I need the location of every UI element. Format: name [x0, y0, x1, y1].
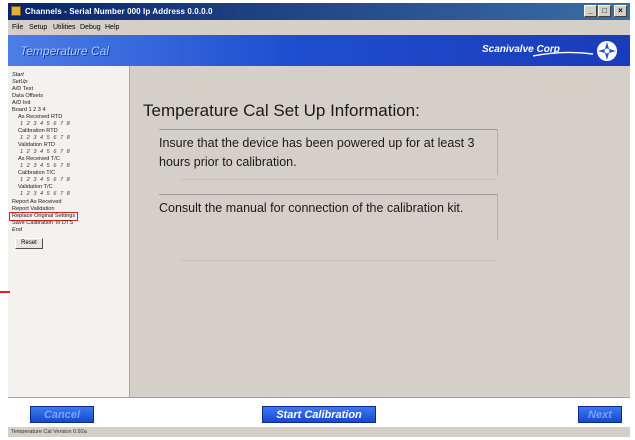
- nav-channels-as-received-rtd[interactable]: 1 2 3 4 5 6 7 8: [20, 121, 71, 128]
- nav-channels-validation-tc[interactable]: 1 2 3 4 5 6 7 8: [20, 191, 71, 198]
- menu-file[interactable]: File: [12, 24, 23, 31]
- message-power-up: Insure that the device has been powered …: [159, 136, 475, 169]
- close-button[interactable]: ×: [614, 5, 627, 17]
- nav-validation-rtd[interactable]: Validation RTD: [18, 142, 55, 149]
- status-bar: Temperature Cal Version 0.92a: [8, 427, 630, 437]
- nav-channels-validation-rtd[interactable]: 1 2 3 4 5 6 7 8: [20, 149, 71, 156]
- menu-utilities[interactable]: Utilities: [53, 24, 76, 31]
- reset-button[interactable]: Reset: [15, 238, 43, 249]
- main-panel: Temperature Cal Set Up Information: Insu…: [131, 66, 630, 397]
- nav-calibration-rtd[interactable]: Calibration RTD: [18, 128, 58, 135]
- divider-bottom: [181, 260, 497, 261]
- step-sidebar: Start SetUp A/D Test Data Offsets A/D In…: [8, 66, 130, 397]
- nav-setup[interactable]: SetUp: [12, 79, 28, 86]
- divider-middle-1: [181, 179, 497, 180]
- nav-calibration-tc[interactable]: Calibration T/C: [18, 170, 55, 177]
- application-window: Channels - Serial Number 000 Ip Address …: [8, 3, 630, 437]
- next-button[interactable]: Next: [578, 406, 622, 423]
- nav-as-received-rtd[interactable]: As Received RTD: [18, 114, 62, 121]
- nav-ad-init[interactable]: A/D Init: [12, 100, 30, 107]
- nav-report-as-received[interactable]: Report As Received: [12, 199, 61, 206]
- nav-ad-test[interactable]: A/D Test: [12, 86, 33, 93]
- page-title: Temperature Cal Set Up Information:: [143, 101, 420, 120]
- nav-board-select[interactable]: Board 1 2 3 4: [12, 107, 46, 114]
- nav-replace-original-settings[interactable]: Replace Original Settings: [8, 212, 79, 221]
- banner-title: Temperature Cal: [20, 44, 109, 58]
- nav-channels-as-received-tc[interactable]: 1 2 3 4 5 6 7 8: [20, 163, 71, 170]
- maximize-button[interactable]: □: [598, 5, 611, 17]
- divider-right-1: [497, 129, 498, 175]
- bottom-button-bar: Cancel Start Calibration Next: [8, 397, 630, 428]
- cancel-button[interactable]: Cancel: [30, 406, 94, 423]
- menu-setup[interactable]: Setup: [29, 24, 47, 31]
- window-title: Channels - Serial Number 000 Ip Address …: [25, 7, 213, 16]
- nav-as-received-tc[interactable]: As Received T/C: [18, 156, 60, 163]
- header-banner: Temperature Cal Scanivalve Corp: [8, 35, 630, 66]
- nav-data-offsets[interactable]: Data Offsets: [12, 93, 43, 100]
- nav-validation-tc[interactable]: Validation T/C: [18, 184, 53, 191]
- menu-debug[interactable]: Debug: [80, 24, 101, 31]
- version-text: Temperature Cal Version 0.92a: [11, 429, 87, 435]
- nav-report-validation[interactable]: Report Validation: [12, 206, 55, 213]
- nav-start[interactable]: Start: [12, 72, 24, 79]
- nav-channels-calibration-rtd[interactable]: 1 2 3 4 5 6 7 8: [20, 135, 71, 142]
- logo-swoosh-icon: [533, 51, 593, 57]
- nav-end[interactable]: End: [12, 227, 22, 234]
- highlight-pointer: [0, 291, 10, 293]
- title-bar: Channels - Serial Number 000 Ip Address …: [8, 3, 630, 20]
- divider-top: [159, 129, 497, 130]
- logo-star-icon: [597, 41, 617, 61]
- divider-right-2: [497, 194, 498, 240]
- menu-bar: File Setup Utilities Debug Help: [8, 20, 630, 35]
- nav-save-calibration[interactable]: Save Calibration To DTS: [12, 220, 73, 227]
- app-icon: [11, 6, 21, 16]
- menu-help[interactable]: Help: [105, 24, 119, 31]
- divider-middle-2: [159, 194, 497, 195]
- nav-channels-calibration-tc[interactable]: 1 2 3 4 5 6 7 8: [20, 177, 71, 184]
- start-calibration-button[interactable]: Start Calibration: [262, 406, 376, 423]
- message-manual: Consult the manual for connection of the…: [159, 201, 464, 215]
- minimize-button[interactable]: _: [584, 5, 597, 17]
